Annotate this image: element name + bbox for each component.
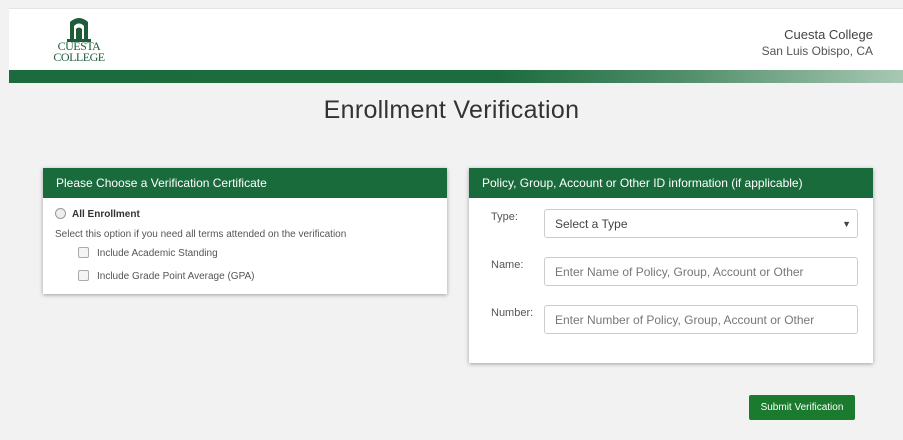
name-input[interactable]: Enter Name of Policy, Group, Account or … [544,257,858,286]
bell-tower-icon [67,18,91,42]
name-label: Name: [491,259,524,271]
header-accent-bar [9,70,903,83]
certificate-panel-title: Please Choose a Verification Certificate [43,168,447,198]
academic-standing-checkbox[interactable] [78,247,89,258]
logo-wordmark: CUESTA COLLEGE [44,40,114,64]
certificate-panel: Please Choose a Verification Certificate… [43,168,447,294]
number-input[interactable]: Enter Number of Policy, Group, Account o… [544,305,858,334]
academic-standing-label: Include Academic Standing [97,248,218,259]
id-info-panel-title: Policy, Group, Account or Other ID infor… [469,168,873,198]
id-info-panel: Policy, Group, Account or Other ID infor… [469,168,873,363]
gpa-label: Include Grade Point Average (GPA) [97,271,255,282]
all-enrollment-label: All Enrollment [72,209,140,220]
college-name: Cuesta College [784,27,873,42]
academic-standing-option[interactable]: Include Academic Standing [78,247,218,259]
college-info: Cuesta College San Luis Obispo, CA [762,26,873,60]
all-enrollment-description: Select this option if you need all terms… [55,229,347,240]
type-select[interactable]: Select a Type ▼ [544,209,858,238]
type-select-value: Select a Type [555,217,628,231]
page-title: Enrollment Verification [323,96,580,124]
gpa-checkbox[interactable] [78,270,89,281]
gpa-option[interactable]: Include Grade Point Average (GPA) [78,270,255,282]
college-location: San Luis Obispo, CA [761,44,873,58]
number-label: Number: [491,307,534,319]
chevron-down-icon: ▼ [842,219,851,229]
all-enrollment-radio[interactable] [55,208,66,219]
submit-verification-button[interactable]: Submit Verification [749,395,855,420]
all-enrollment-option[interactable]: All Enrollment [55,208,140,220]
type-label: Type: [491,211,518,223]
college-logo[interactable]: CUESTA COLLEGE [44,14,114,70]
logo-text-line2: COLLEGE [53,50,105,64]
site-header: CUESTA COLLEGE Cuesta College San Luis O… [9,8,903,71]
top-strip [0,0,903,8]
